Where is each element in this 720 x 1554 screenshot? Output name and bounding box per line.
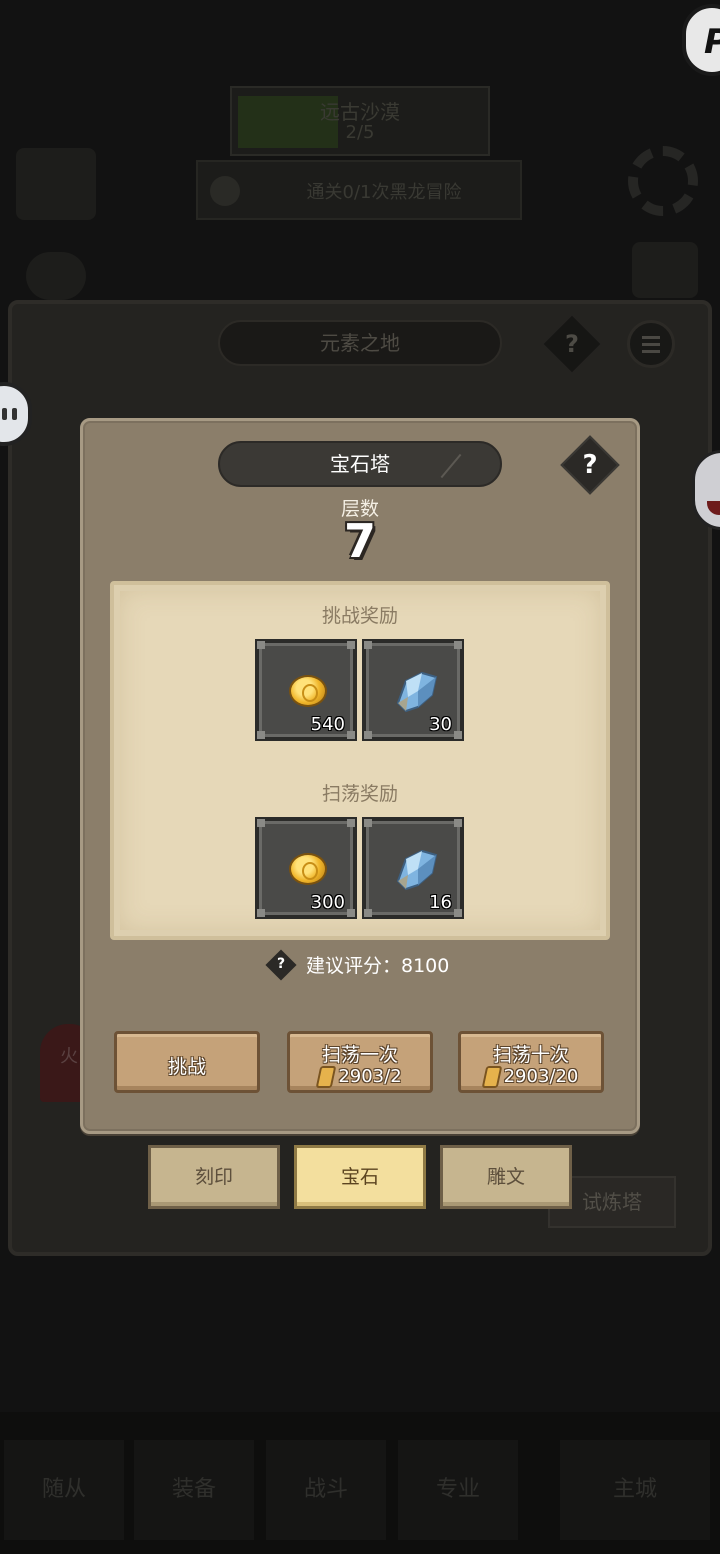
help-icon[interactable]: ? — [569, 444, 611, 486]
score-help-icon[interactable]: ? — [270, 952, 292, 976]
gold-coin-icon — [289, 853, 327, 885]
nav-battle: 战斗 — [266, 1440, 386, 1540]
event-icon — [632, 242, 698, 298]
floor-value: 7 — [343, 514, 376, 568]
sweep-reward-gold-slot[interactable]: 300 — [255, 817, 357, 919]
quest-banner: 通关0/1次黑龙冒险 — [196, 160, 522, 220]
challenge-rewards-title: 挑战奖励 — [321, 605, 398, 627]
sweep-once-cost: 2903/2 — [290, 1066, 430, 1088]
quest-text: 通关0/1次黑龙冒险 — [306, 182, 462, 203]
challenge-reward-crystal-slot[interactable]: 30 — [362, 639, 464, 741]
sweep-rewards-title: 扫荡奖励 — [321, 783, 398, 805]
sweep-scroll-icon — [481, 1066, 502, 1088]
app-logo-icon: P — [682, 4, 720, 76]
challenge-button[interactable]: 挑战 — [114, 1031, 260, 1093]
reward-quantity: 540 — [310, 714, 345, 735]
rewards-parchment — [110, 581, 610, 940]
quest-icon — [210, 176, 240, 206]
menu-icon — [627, 320, 675, 368]
stage-progress-bar: 远古沙漠 2/5 — [230, 86, 490, 156]
sweep-once-label: 扫荡一次 — [321, 1044, 398, 1066]
gold-coin-icon — [289, 675, 327, 707]
nav-equipment: 装备 — [134, 1440, 254, 1540]
tab-glyph[interactable]: 雕文 — [440, 1145, 572, 1209]
nav-followers: 随从 — [4, 1440, 124, 1540]
reward-quantity: 300 — [310, 892, 345, 913]
challenge-button-label: 挑战 — [167, 1056, 206, 1078]
recommended-score: 建议评分：8100 — [306, 955, 450, 977]
book-icon — [16, 148, 96, 220]
dialog-title-bar: 宝石塔 — [218, 441, 502, 487]
blue-crystal-icon — [396, 671, 438, 713]
tab-engraving[interactable]: 刻印 — [148, 1145, 280, 1209]
gear-icon — [628, 146, 698, 216]
sweep-ten-cost: 2903/20 — [461, 1066, 601, 1088]
reward-quantity: 16 — [429, 892, 452, 913]
challenge-reward-gold-slot[interactable]: 540 — [255, 639, 357, 741]
nav-main-city: 主城 — [560, 1440, 710, 1540]
coin-shop-icon — [26, 252, 86, 300]
panel-title: 元素之地 — [218, 320, 502, 366]
sweep-ten-button[interactable]: 扫荡十次 2903/20 — [458, 1031, 604, 1093]
nav-profession: 专业 — [398, 1440, 518, 1540]
sweep-scroll-icon — [315, 1066, 337, 1088]
panel-help-icon: ? — [565, 330, 579, 358]
sweep-ten-label: 扫荡十次 — [492, 1044, 569, 1066]
reward-quantity: 30 — [429, 714, 452, 735]
stage-progress-text: 2/5 — [345, 122, 375, 143]
sweep-once-button[interactable]: 扫荡一次 2903/2 — [287, 1031, 433, 1093]
bottom-nav: 随从 装备 战斗 专业 主城 — [0, 1412, 720, 1554]
blue-crystal-icon — [396, 849, 438, 891]
tab-gem[interactable]: 宝石 — [294, 1145, 426, 1209]
dialog-title: 宝石塔 — [330, 452, 390, 476]
sweep-reward-crystal-slot[interactable]: 16 — [362, 817, 464, 919]
stage-title: 远古沙漠 — [320, 100, 400, 124]
